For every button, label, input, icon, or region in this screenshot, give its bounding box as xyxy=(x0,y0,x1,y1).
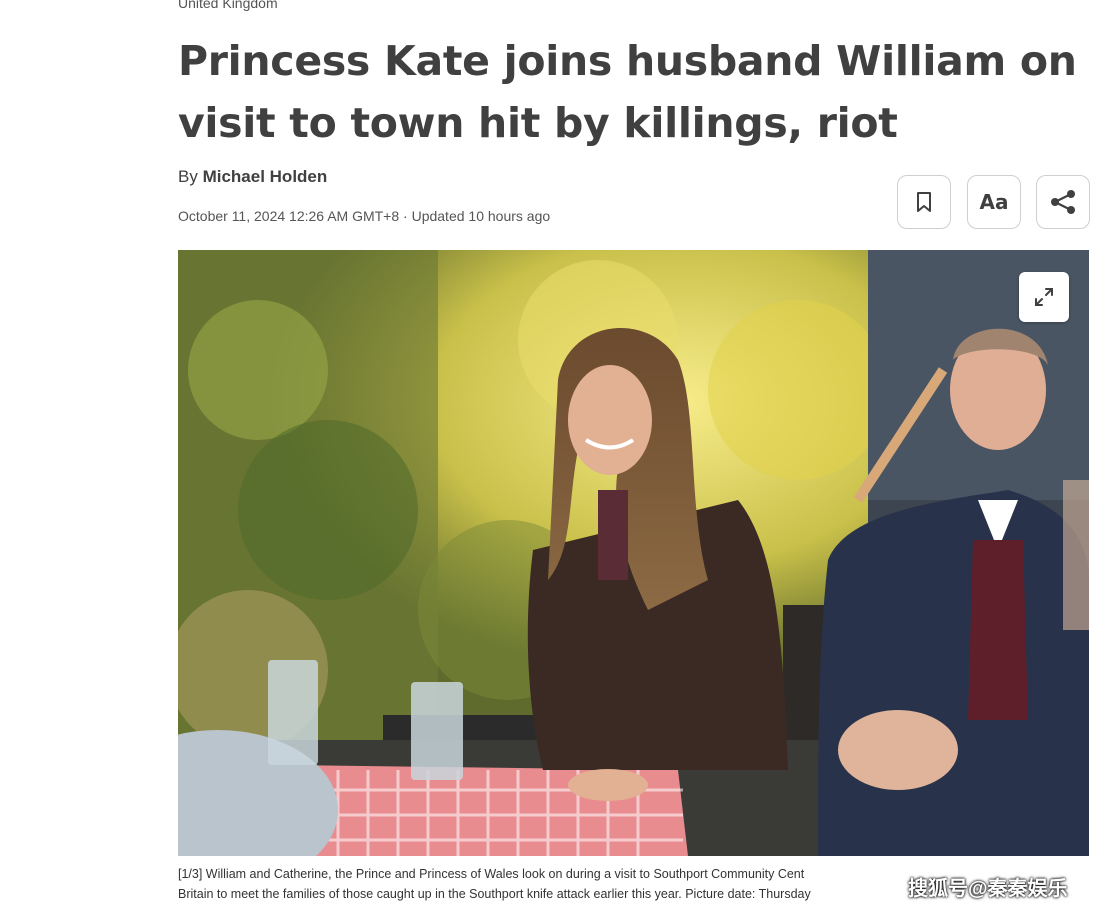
text-size-button[interactable]: Aa xyxy=(967,175,1021,229)
section-link[interactable]: United Kingdom xyxy=(178,0,278,11)
bookmark-icon xyxy=(917,192,931,212)
caption-line: [1/3] William and Catherine, the Prince … xyxy=(178,867,805,881)
byline-prefix: By xyxy=(178,167,198,186)
byline: By Michael Holden xyxy=(178,167,327,187)
expand-photo-button[interactable] xyxy=(1019,272,1069,322)
bookmark-button[interactable] xyxy=(897,175,951,229)
author-link[interactable]: Michael Holden xyxy=(203,167,328,186)
article-headline: Princess Kate joins husband William on v… xyxy=(178,37,1077,147)
caption-line: Britain to meet the families of those ca… xyxy=(178,887,811,901)
share-icon xyxy=(1051,190,1075,214)
photo-scene xyxy=(178,250,1089,856)
watermark: 搜狐号@秦秦娱乐 xyxy=(908,878,1068,900)
expand-icon xyxy=(1035,288,1053,306)
share-button[interactable] xyxy=(1036,175,1090,229)
photo-caption: [1/3] William and Catherine, the Prince … xyxy=(178,864,898,904)
article-photo[interactable] xyxy=(178,250,1089,856)
article-timestamp: October 11, 2024 12:26 AM GMT+8 · Update… xyxy=(178,208,551,224)
text-size-label: Aa xyxy=(979,190,1009,214)
